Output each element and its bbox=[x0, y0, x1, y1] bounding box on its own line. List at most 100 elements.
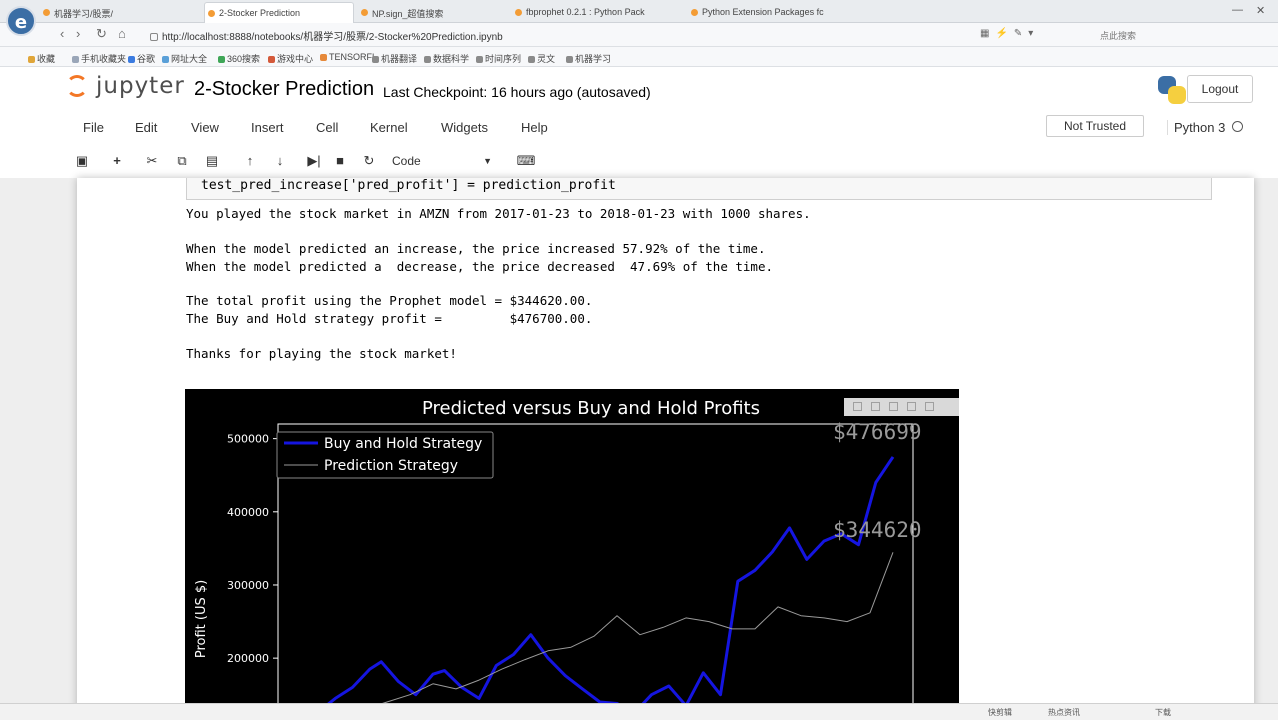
trust-status-button[interactable]: Not Trusted bbox=[1046, 115, 1144, 137]
chart-legend: Buy and Hold Strategy Prediction Strateg… bbox=[276, 431, 494, 479]
page-info-icon bbox=[150, 33, 158, 41]
settings-icon[interactable] bbox=[925, 402, 934, 411]
tensorflow-icon bbox=[320, 54, 327, 61]
zoom-icon[interactable] bbox=[871, 402, 880, 411]
y-tick-label: 200000 bbox=[227, 652, 269, 665]
logout-button[interactable]: Logout bbox=[1187, 75, 1253, 103]
browser-tab[interactable]: fbprophet 0.2.1 : Python Pack bbox=[512, 2, 684, 23]
y-tick-label: 500000 bbox=[227, 433, 269, 446]
chart-title: Predicted versus Buy and Hold Profits bbox=[422, 398, 760, 419]
menu-help[interactable]: Help bbox=[521, 120, 548, 135]
profit-chart: Predicted versus Buy and Hold Profits Pr… bbox=[185, 389, 959, 720]
kernel-name: Python 3 bbox=[1167, 120, 1225, 135]
bookmark-page-icon bbox=[476, 56, 483, 63]
address-bar: ‹ › ↻ ⌂ http://localhost:8888/notebooks/… bbox=[0, 23, 1278, 47]
jupyter-favicon-icon bbox=[208, 10, 215, 17]
y-axis-ticks: 200000 300000 400000 500000 bbox=[227, 433, 278, 665]
bookmark-item[interactable]: 手机收藏夹 bbox=[72, 52, 126, 65]
pan-icon[interactable] bbox=[853, 402, 862, 411]
bookmark-item[interactable]: 时间序列 bbox=[476, 52, 521, 65]
notebook-title[interactable]: 2-Stocker Prediction bbox=[194, 78, 374, 101]
cut-icon[interactable]: ✂ bbox=[138, 149, 166, 173]
python-logo-icon bbox=[1158, 76, 1186, 104]
menu-view[interactable]: View bbox=[191, 120, 219, 135]
minimize-icon[interactable]: — bbox=[1232, 4, 1243, 16]
browser-tab[interactable]: 机器学习/股票/ bbox=[40, 2, 200, 23]
browser-tab[interactable]: NP.sign_超值搜索 bbox=[358, 2, 508, 23]
kernel-idle-icon bbox=[1232, 121, 1243, 132]
browser-tab[interactable]: Python Extension Packages fc bbox=[688, 2, 838, 23]
bookmark-item[interactable]: 游戏中心 bbox=[268, 52, 313, 65]
menu-edit[interactable]: Edit bbox=[135, 120, 157, 135]
output-line: Thanks for playing the stock market! bbox=[186, 346, 457, 361]
browser-logo-icon[interactable]: e bbox=[6, 6, 36, 36]
search-engine-icon bbox=[218, 56, 225, 63]
globe-icon bbox=[162, 56, 169, 63]
output-line: The Buy and Hold strategy profit = $4767… bbox=[186, 311, 593, 326]
bookmark-item[interactable]: 网址大全 bbox=[162, 52, 207, 65]
paste-icon[interactable]: ▤ bbox=[198, 149, 226, 173]
menubar: File Edit View Insert Cell Kernel Widget… bbox=[66, 112, 1256, 142]
save-icon[interactable]: ▣ bbox=[68, 149, 96, 173]
series-line-buy-hold bbox=[317, 456, 895, 715]
move-up-icon[interactable]: ↑ bbox=[236, 149, 264, 173]
y-tick-label: 400000 bbox=[227, 506, 269, 519]
bookmark-item[interactable]: 收藏 bbox=[28, 52, 55, 65]
browser-tab-active[interactable]: 2-Stocker Prediction bbox=[204, 2, 354, 23]
run-icon[interactable]: ▶| bbox=[300, 149, 328, 173]
chart-y-axis-label: Profit (US $) bbox=[194, 580, 209, 658]
bookmark-page-icon bbox=[566, 56, 573, 63]
menu-widgets[interactable]: Widgets bbox=[441, 120, 488, 135]
back-icon[interactable]: ‹ bbox=[60, 26, 64, 41]
save-figure-icon[interactable] bbox=[907, 402, 916, 411]
url-field[interactable]: http://localhost:8888/notebooks/机器学习/股票/… bbox=[150, 28, 503, 43]
bookmark-item[interactable]: 数据科学 bbox=[424, 52, 469, 65]
bookmark-item[interactable]: 谷歌 bbox=[128, 52, 155, 65]
browser-search-input[interactable]: 点此搜索 bbox=[1100, 29, 1136, 42]
bookmark-page-icon bbox=[424, 56, 431, 63]
checkpoint-status: Last Checkpoint: 16 hours ago (autosaved… bbox=[383, 84, 651, 100]
figure-toolbar[interactable] bbox=[844, 398, 959, 416]
bookmark-item[interactable]: 机器翻译 bbox=[372, 52, 417, 65]
copy-icon[interactable]: ⧉ bbox=[168, 149, 196, 173]
bookmark-item[interactable]: 灵文 bbox=[528, 52, 555, 65]
game-icon bbox=[268, 56, 275, 63]
home-view-icon[interactable] bbox=[889, 402, 898, 411]
close-window-icon[interactable]: ✕ bbox=[1256, 4, 1265, 17]
taskbar-item[interactable]: 热点资讯 bbox=[1048, 707, 1080, 718]
code-line: test_pred_increase['pred_profit'] = pred… bbox=[201, 178, 616, 193]
restart-icon[interactable]: ↻ bbox=[355, 149, 383, 173]
cell-type-select[interactable]: Code ▼ bbox=[388, 151, 498, 171]
bookmark-item[interactable]: TENSORFL bbox=[320, 52, 377, 62]
forward-icon[interactable]: › bbox=[76, 26, 80, 41]
menu-kernel[interactable]: Kernel bbox=[370, 120, 408, 135]
series-lines bbox=[317, 456, 895, 720]
bookmark-item[interactable]: 360搜索 bbox=[218, 52, 260, 65]
chart-svg: Predicted versus Buy and Hold Profits Pr… bbox=[194, 398, 922, 720]
taskbar-item[interactable]: 快剪辑 bbox=[988, 707, 1012, 718]
taskbar-item[interactable]: 下载 bbox=[1155, 707, 1171, 718]
bookmark-page-icon bbox=[528, 56, 535, 63]
legend-label-prediction: Prediction Strategy bbox=[324, 458, 458, 474]
jupyter-orb-icon bbox=[66, 75, 88, 97]
code-cell-input[interactable]: test_pred_increase['pred_profit'] = pred… bbox=[186, 178, 1212, 200]
output-line: When the model predicted a decrease, the… bbox=[186, 259, 773, 274]
move-down-icon[interactable]: ↓ bbox=[266, 149, 294, 173]
keyboard-icon[interactable]: ⌨ bbox=[512, 149, 540, 173]
home-icon[interactable]: ⌂ bbox=[118, 26, 126, 41]
reload-icon[interactable]: ↻ bbox=[96, 26, 107, 42]
legend-label-buy-hold: Buy and Hold Strategy bbox=[324, 436, 482, 452]
star-icon bbox=[28, 56, 35, 63]
address-tools[interactable]: ▦⚡✎▾ bbox=[980, 28, 1039, 39]
browser-tab-bar: 机器学习/股票/ 2-Stocker Prediction NP.sign_超值… bbox=[0, 0, 1278, 23]
insert-cell-icon[interactable]: + bbox=[103, 149, 131, 173]
tab-favicon-icon bbox=[691, 9, 698, 16]
bookmark-item[interactable]: 机器学习 bbox=[566, 52, 611, 65]
stop-icon[interactable]: ■ bbox=[326, 149, 354, 173]
chevron-down-icon: ▼ bbox=[483, 156, 492, 166]
menu-cell[interactable]: Cell bbox=[316, 120, 338, 135]
menu-insert[interactable]: Insert bbox=[251, 120, 284, 135]
output-line: You played the stock market in AMZN from… bbox=[186, 206, 811, 221]
menu-file[interactable]: File bbox=[83, 120, 104, 135]
taskbar: 快剪辑 热点资讯 下载 bbox=[0, 703, 1278, 720]
